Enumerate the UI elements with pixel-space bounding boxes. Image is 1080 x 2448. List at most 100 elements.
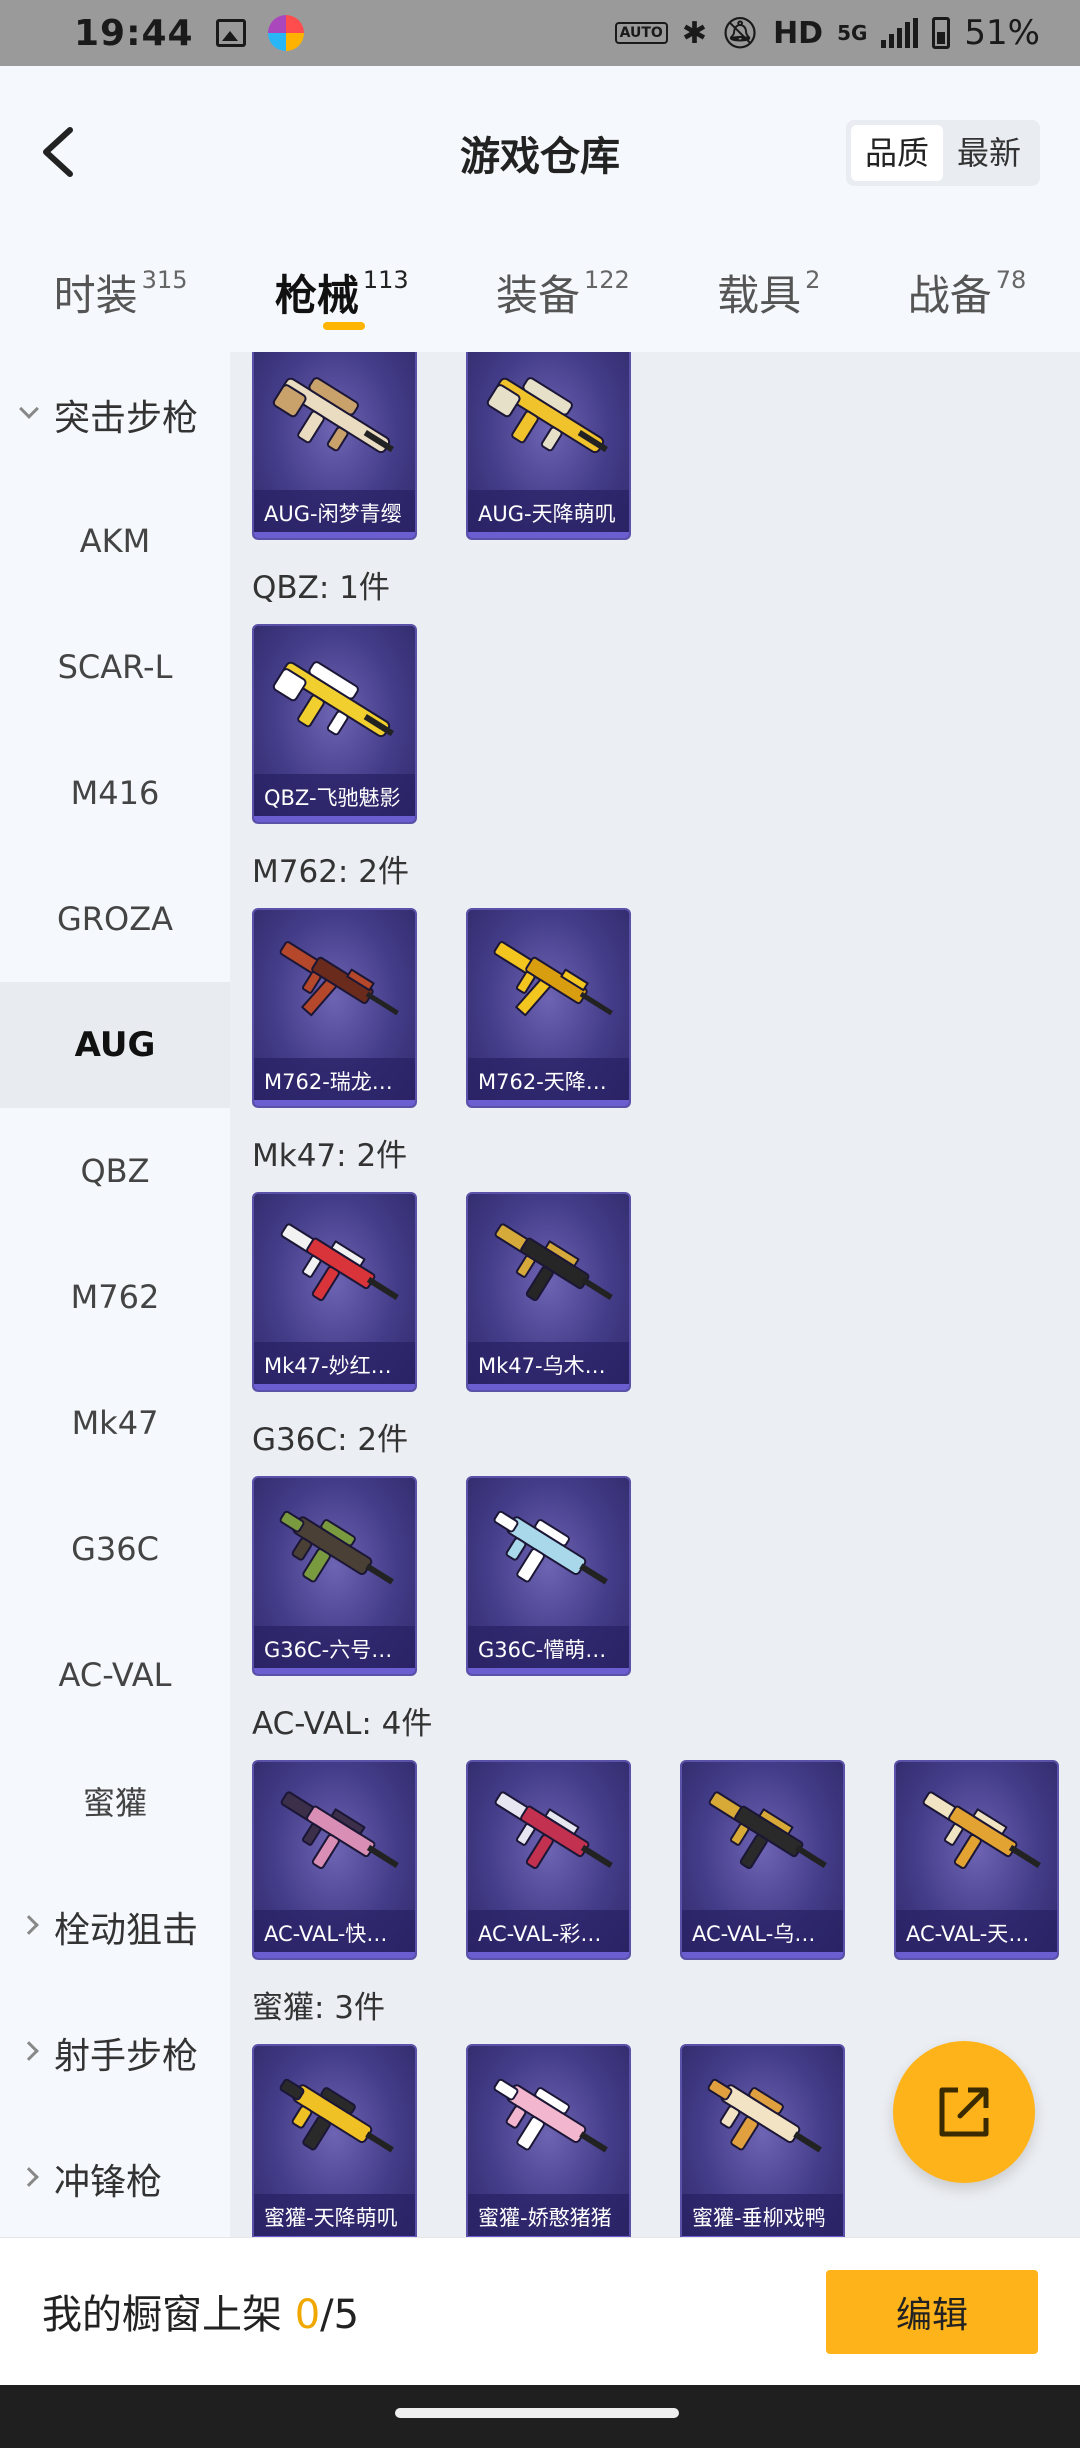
tab-label: 载具 (717, 271, 802, 320)
skin-card[interactable]: AUG-闲梦青缨 (252, 352, 417, 540)
skin-card[interactable]: 蜜獾-娇憨猪猪 (466, 2044, 631, 2237)
skin-card[interactable]: AC-VAL-天降... (894, 1760, 1059, 1960)
card-rarity-bar (682, 1952, 843, 1958)
chevron-right-icon (19, 1915, 39, 1935)
tab-firearms[interactable]: 枪械 113 (275, 240, 409, 352)
tab-supplies[interactable]: 战备 78 (908, 240, 1027, 352)
card-rarity-bar (468, 1952, 629, 1958)
skin-name: 蜜獾-天降萌叽 (254, 2194, 415, 2237)
showcase-status: 我的橱窗上架 0/5 (42, 2282, 359, 2340)
sidebar-item-11[interactable]: 蜜獾 (0, 1738, 230, 1864)
weapon-group-label: Mk47: 2件 (252, 1138, 408, 1174)
showcase-total: /5 (320, 2292, 360, 2338)
tab-count: 113 (362, 266, 409, 294)
gun-skin-image (279, 2078, 394, 2153)
skin-card[interactable]: AUG-天降萌叽 (466, 352, 631, 540)
gun-skin-image (493, 941, 613, 1017)
sidebar-item-label: AKM (79, 522, 151, 560)
sidebar-item-2[interactable]: SCAR-L (0, 604, 230, 730)
tab-fashion[interactable]: 时装 315 (54, 240, 188, 352)
sidebar-item-label: GROZA (56, 900, 174, 938)
sidebar-item-label: QBZ (80, 1152, 150, 1190)
active-tab-indicator (322, 322, 365, 330)
skin-name: 蜜獾-垂柳戏鸭 (682, 2194, 843, 2237)
skin-name: Mk47-妙红点... (254, 1342, 415, 1390)
sidebar-item-6[interactable]: QBZ (0, 1108, 230, 1234)
skin-name: AUG-天降萌叽 (468, 490, 629, 538)
tab-equipment[interactable]: 装备 122 (496, 240, 630, 352)
skin-grid: AUG-闲梦青缨 AUG-天降萌叽 QBZ: 1件 QBZ-飞驰魅影 M762: 2… (230, 352, 1080, 2237)
status-right: AUTO ✱ 🔕︎ HD 5G 51% (614, 13, 1040, 53)
app-notification-icon (267, 15, 304, 51)
tab-label: 枪械 (274, 271, 359, 320)
sidebar-item-4[interactable]: GROZA (0, 856, 230, 982)
sort-newest-option[interactable]: 最新 (943, 125, 1035, 181)
skin-name: Mk47-乌木金... (468, 1342, 629, 1390)
skin-name: AC-VAL-彩装... (468, 1910, 629, 1958)
gun-skin-image (280, 1791, 399, 1869)
sidebar-item-9[interactable]: G36C (0, 1486, 230, 1612)
status-time: 19:44 (74, 12, 194, 54)
sidebar-group-12[interactable]: 栓动狙击 (0, 1864, 230, 1990)
tab-label: 装备 (495, 271, 580, 320)
skin-card[interactable]: M762-瑞龙福... (252, 908, 417, 1108)
gun-skin-image (493, 1510, 608, 1585)
sidebar-item-10[interactable]: AC-VAL (0, 1612, 230, 1738)
sidebar-item-3[interactable]: M416 (0, 730, 230, 856)
sidebar-item-label: 射手步枪 (54, 2036, 199, 2077)
sidebar-group-0[interactable]: 突击步枪 (0, 352, 230, 478)
card-rarity-bar (468, 532, 629, 538)
sidebar-item-1[interactable]: AKM (0, 478, 230, 604)
card-rarity-bar (254, 1100, 415, 1106)
sidebar-item-label: 蜜獾 (82, 1784, 147, 1822)
sidebar-item-label: M416 (70, 774, 160, 812)
sidebar-group-14[interactable]: 冲锋枪 (0, 2116, 230, 2242)
home-indicator[interactable] (395, 2408, 679, 2418)
gun-skin-image (486, 377, 608, 454)
gun-skin-image (494, 1223, 613, 1301)
skin-name: G36C-六号树... (254, 1626, 415, 1674)
weapon-category-sidebar: 突击步枪 AKM SCAR-L M416 GROZA AUG QBZ M762 Mk47 G36C… (0, 352, 230, 2237)
skin-card[interactable]: AC-VAL-快闪... (252, 1760, 417, 1960)
skin-card[interactable]: AC-VAL-彩装... (466, 1760, 631, 1960)
gun-skin-image (708, 1791, 827, 1869)
showcase-label: 我的橱窗上架 (42, 2292, 282, 2338)
skin-name: AC-VAL-乌木... (682, 1910, 843, 1958)
share-button[interactable] (893, 2041, 1035, 2183)
skin-card[interactable]: Mk47-妙红点... (252, 1192, 417, 1392)
tab-vehicles[interactable]: 载具 2 (717, 240, 820, 352)
edit-button[interactable]: 编辑 (826, 2270, 1038, 2354)
skin-card[interactable]: QBZ-飞驰魅影 (252, 624, 417, 824)
skin-name: QBZ-飞驰魅影 (254, 774, 415, 822)
sidebar-item-8[interactable]: Mk47 (0, 1360, 230, 1486)
skin-card[interactable]: G36C-六号树... (252, 1476, 417, 1676)
skin-card[interactable]: M762-天降萌... (466, 908, 631, 1108)
gun-skin-image (272, 661, 394, 738)
gun-skin-image (707, 2078, 822, 2153)
skin-card[interactable]: AC-VAL-乌木... (680, 1760, 845, 1960)
skin-card[interactable]: 蜜獾-垂柳戏鸭 (680, 2044, 845, 2237)
sort-quality-option[interactable]: 品质 (850, 125, 943, 181)
skin-card[interactable]: 蜜獾-天降萌叽 (252, 2044, 417, 2237)
sidebar-item-label: 冲锋枪 (54, 2162, 163, 2203)
chevron-right-icon (19, 2041, 39, 2061)
gun-skin-image (279, 1510, 394, 1585)
status-bar: 19:44 AUTO ✱ 🔕︎ HD 5G 51% (0, 0, 1080, 66)
tab-label: 战备 (907, 271, 992, 320)
sidebar-item-5[interactable]: AUG (0, 982, 230, 1108)
chevron-down-icon (19, 399, 39, 419)
gun-skin-image (494, 1791, 613, 1869)
tab-label: 时装 (53, 271, 138, 320)
weapon-group-label: M762: 2件 (252, 854, 409, 890)
gun-skin-image (493, 2078, 608, 2153)
sidebar-group-13[interactable]: 射手步枪 (0, 1990, 230, 2116)
sidebar-item-label: G36C (71, 1530, 159, 1568)
skin-name: AC-VAL-快闪... (254, 1910, 415, 1958)
sidebar-item-7[interactable]: M762 (0, 1234, 230, 1360)
status-left: 19:44 (74, 13, 304, 54)
sidebar-item-label: AC-VAL (58, 1656, 172, 1694)
skin-card[interactable]: G36C-懵萌河... (466, 1476, 631, 1676)
skin-card[interactable]: Mk47-乌木金... (466, 1192, 631, 1392)
sort-toggle: 品质 最新 (845, 120, 1040, 186)
skin-name: 蜜獾-娇憨猪猪 (468, 2194, 629, 2237)
